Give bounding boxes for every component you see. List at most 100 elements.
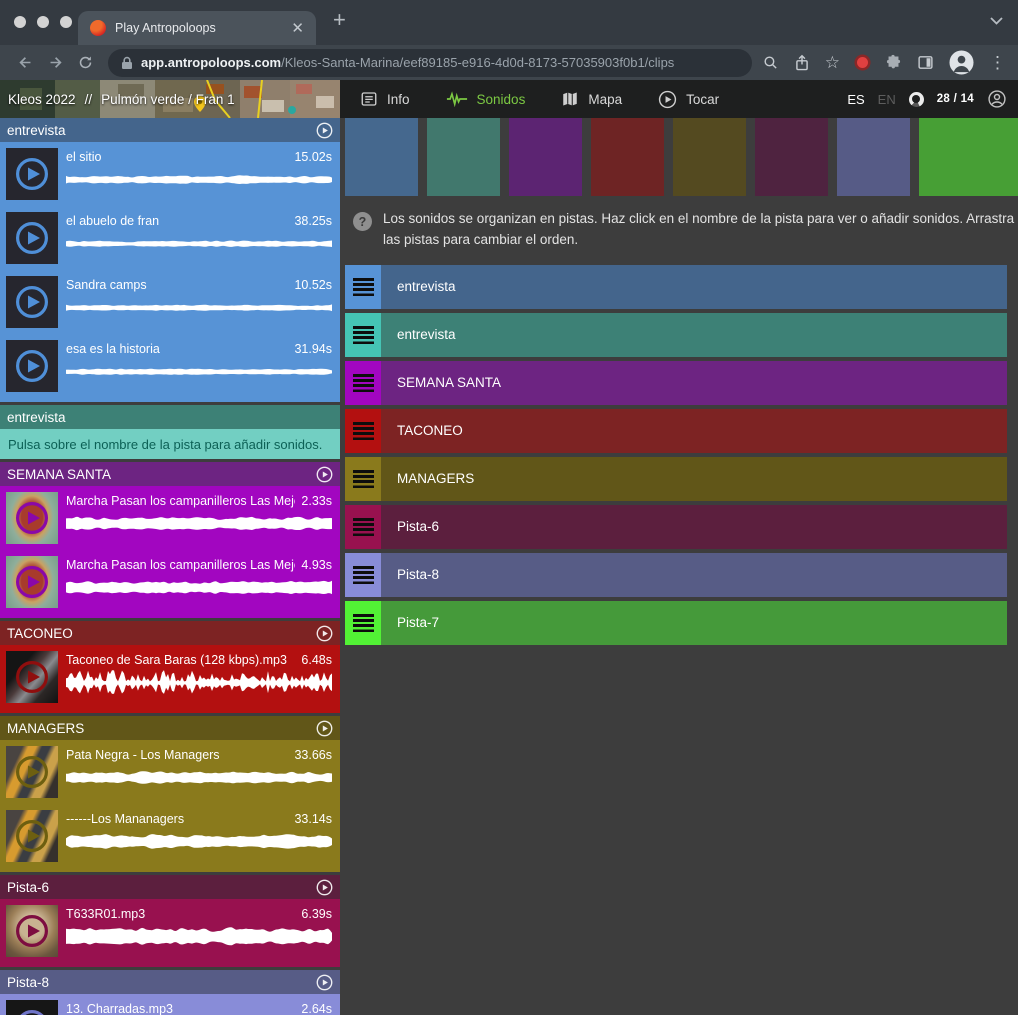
clip-title: Marcha Pasan los campanilleros Las Mejor…	[66, 494, 295, 508]
browser-menu-icon[interactable]: ⋮	[989, 54, 1006, 71]
nav-tab-info[interactable]: Info	[360, 90, 410, 108]
track-row[interactable]: Pista-8	[345, 553, 1007, 597]
play-track-button[interactable]	[316, 625, 333, 642]
track-row-body[interactable]: entrevista	[381, 313, 1007, 357]
breadcrumb-page: Pulmón verde / Fran 1	[101, 92, 235, 107]
nav-tab-sonidos[interactable]: Sonidos	[446, 91, 526, 107]
browser-tab[interactable]: Play Antropoloops ✕	[78, 11, 316, 45]
breadcrumb-project[interactable]: Kleos 2022	[8, 92, 76, 107]
track-row[interactable]: MANAGERS	[345, 457, 1007, 501]
clip-item[interactable]: el abuelo de fran38.25s	[0, 206, 340, 270]
url-bar[interactable]: app.antropoloops.com/Kleos-Santa-Marina/…	[108, 49, 752, 77]
track-row[interactable]: entrevista	[345, 313, 1007, 357]
bookmark-star-icon[interactable]: ☆	[825, 54, 840, 71]
clip-play-thumbnail[interactable]	[6, 212, 58, 264]
play-track-button[interactable]	[316, 122, 333, 139]
track-row-body[interactable]: Pista-8	[381, 553, 1007, 597]
drag-handle[interactable]	[345, 409, 381, 453]
help-row: ? Los sonidos se organizan en pistas. Ha…	[353, 209, 1018, 251]
profile-avatar[interactable]	[949, 50, 974, 75]
clip-play-thumbnail[interactable]	[6, 148, 58, 200]
account-icon[interactable]	[987, 89, 1007, 109]
clip-item[interactable]: el sitio15.02s	[0, 142, 340, 206]
minimize-window-button[interactable]	[37, 16, 49, 28]
drag-handle[interactable]	[345, 265, 381, 309]
breadcrumb[interactable]: Kleos 2022 // Pulmón verde / Fran 1	[0, 80, 340, 118]
track-section-header[interactable]: entrevista	[0, 118, 340, 142]
track-row-label: Pista-8	[397, 567, 439, 582]
drag-handle[interactable]	[345, 553, 381, 597]
track-row-body[interactable]: Pista-7	[381, 601, 1007, 645]
clip-title: Pata Negra - Los Managers	[66, 748, 288, 762]
clip-play-thumbnail[interactable]	[6, 340, 58, 392]
clip-duration: 2.64s	[301, 1002, 332, 1015]
close-window-button[interactable]	[14, 16, 26, 28]
reload-button[interactable]	[70, 54, 100, 71]
track-row[interactable]: TACONEO	[345, 409, 1007, 453]
clip-item[interactable]: Marcha Pasan los campanilleros Las Mejor…	[0, 550, 340, 614]
track-row[interactable]: Pista-6	[345, 505, 1007, 549]
drag-handle[interactable]	[345, 457, 381, 501]
share-icon[interactable]	[794, 54, 810, 72]
clip-item[interactable]: Marcha Pasan los campanilleros Las Mejor…	[0, 486, 340, 550]
play-track-button[interactable]	[316, 879, 333, 896]
forward-button[interactable]	[40, 54, 70, 71]
play-track-button[interactable]	[316, 466, 333, 483]
nav-label-sonidos: Sonidos	[477, 92, 526, 107]
clip-play-thumbnail[interactable]	[6, 1000, 58, 1015]
clip-duration: 33.66s	[294, 748, 332, 762]
play-track-button[interactable]	[316, 974, 333, 991]
nav-tab-mapa[interactable]: Mapa	[561, 90, 622, 108]
lang-toggle-en[interactable]: EN	[878, 92, 896, 107]
nav-tab-tocar[interactable]: Tocar	[658, 90, 719, 109]
track-section-header[interactable]: SEMANA SANTA	[0, 462, 340, 486]
track-section-header[interactable]: entrevista	[0, 405, 340, 429]
track-row[interactable]: SEMANA SANTA	[345, 361, 1007, 405]
clip-item[interactable]: esa es la historia31.94s	[0, 334, 340, 398]
track-row[interactable]: Pista-7	[345, 601, 1007, 645]
tab-close-icon[interactable]: ✕	[291, 21, 304, 36]
track-row[interactable]: entrevista	[345, 265, 1007, 309]
track-section-header[interactable]: Pista-8	[0, 970, 340, 994]
clip-item[interactable]: T633R01.mp36.39s	[0, 899, 340, 963]
side-panel-icon[interactable]	[917, 54, 934, 71]
drag-handle[interactable]	[345, 601, 381, 645]
clip-play-thumbnail[interactable]	[6, 651, 58, 703]
lang-toggle-es[interactable]: ES	[847, 92, 864, 107]
track-row-body[interactable]: MANAGERS	[381, 457, 1007, 501]
zoom-page-icon[interactable]	[762, 54, 779, 71]
track-section-header[interactable]: Pista-6	[0, 875, 340, 899]
clip-item[interactable]: 13. Charradas.mp32.64s	[0, 994, 340, 1015]
track-section-header[interactable]: TACONEO	[0, 621, 340, 645]
track-row-body[interactable]: entrevista	[381, 265, 1007, 309]
clip-body: Pata Negra - Los Managers 33.66s	[66, 748, 332, 804]
maximize-window-button[interactable]	[60, 16, 72, 28]
new-tab-button[interactable]: +	[333, 9, 346, 31]
track-section-header[interactable]: MANAGERS	[0, 716, 340, 740]
extensions-puzzle-icon[interactable]	[885, 54, 902, 71]
record-extension-icon[interactable]	[857, 57, 868, 68]
track-section-name: TACONEO	[7, 626, 73, 641]
clip-item[interactable]: ------Los Mananagers33.14s	[0, 804, 340, 868]
clip-play-thumbnail[interactable]	[6, 810, 58, 862]
back-button[interactable]	[10, 54, 40, 71]
clip-item[interactable]: Taconeo de Sara Baras (128 kbps).mp36.48…	[0, 645, 340, 709]
drag-handle[interactable]	[345, 361, 381, 405]
clip-title: T633R01.mp3	[66, 907, 295, 921]
clip-play-thumbnail[interactable]	[6, 556, 58, 608]
clip-play-thumbnail[interactable]	[6, 276, 58, 328]
clip-title: esa es la historia	[66, 342, 288, 356]
tab-search-chevron-icon[interactable]	[990, 17, 1003, 25]
clip-item[interactable]: Sandra camps10.52s	[0, 270, 340, 334]
track-row-body[interactable]: Pista-6	[381, 505, 1007, 549]
clip-play-thumbnail[interactable]	[6, 905, 58, 957]
drag-handle[interactable]	[345, 505, 381, 549]
track-row-body[interactable]: TACONEO	[381, 409, 1007, 453]
clip-title: Taconeo de Sara Baras (128 kbps).mp3	[66, 653, 295, 667]
track-row-body[interactable]: SEMANA SANTA	[381, 361, 1007, 405]
drag-handle[interactable]	[345, 313, 381, 357]
play-track-button[interactable]	[316, 720, 333, 737]
clip-item[interactable]: Pata Negra - Los Managers 33.66s	[0, 740, 340, 804]
clip-play-thumbnail[interactable]	[6, 492, 58, 544]
clip-play-thumbnail[interactable]	[6, 746, 58, 798]
